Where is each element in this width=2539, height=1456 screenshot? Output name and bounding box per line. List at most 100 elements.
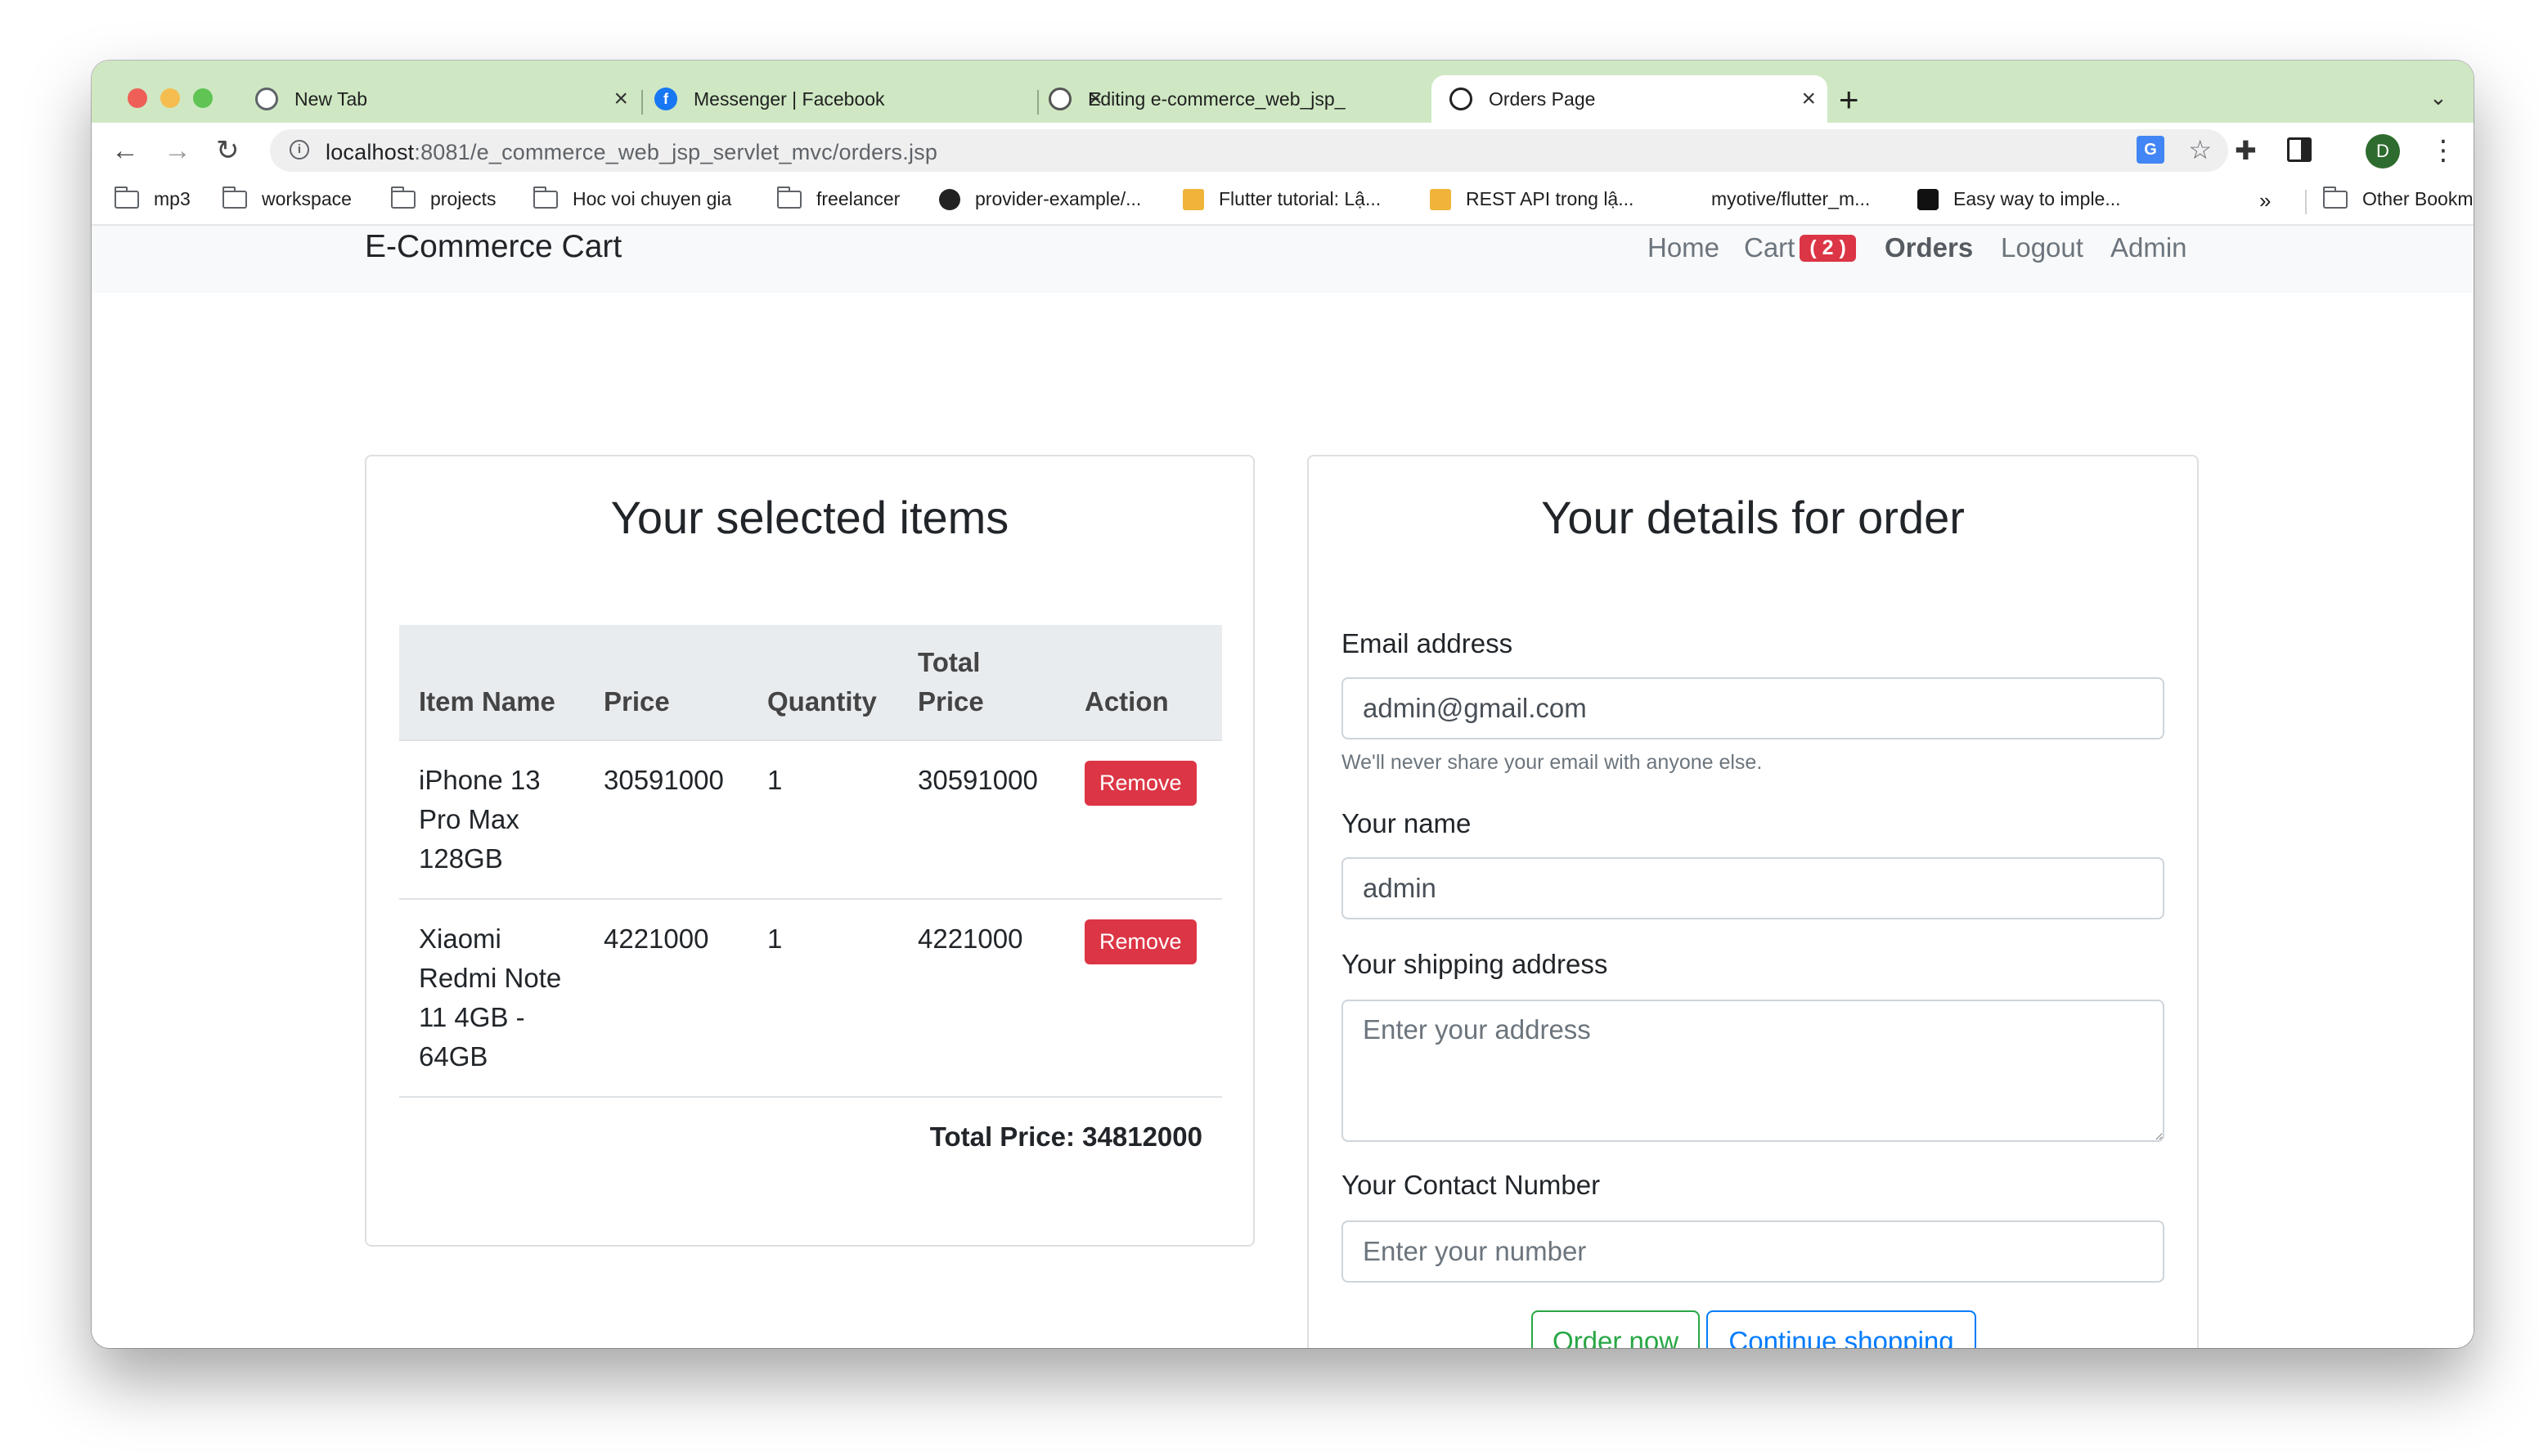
remove-item-button[interactable]: Remove bbox=[1085, 761, 1197, 806]
site-icon bbox=[1430, 188, 1451, 210]
table-header-row: Item Name Price Quantity Total Price Act… bbox=[399, 625, 1222, 740]
column-header: Item Name bbox=[399, 625, 584, 740]
table-row: Xiaomi Redmi Note 11 4GB - 64GB 4221000 … bbox=[399, 898, 1222, 1097]
more-menu-icon[interactable]: ⋮ bbox=[2429, 134, 2457, 167]
github-icon bbox=[939, 188, 960, 210]
remove-item-button[interactable]: Remove bbox=[1085, 919, 1197, 964]
item-price: 4221000 bbox=[584, 898, 748, 1097]
facebook-icon: f bbox=[654, 88, 677, 110]
bookmark-myotive-flutter[interactable]: myotive/flutter_m... bbox=[1711, 188, 1870, 210]
tab-separator bbox=[1037, 90, 1039, 115]
continue-shopping-button[interactable]: Continue shopping bbox=[1706, 1310, 1976, 1348]
column-header: Quantity bbox=[748, 625, 898, 740]
site-icon bbox=[1183, 188, 1204, 210]
reload-icon[interactable]: ↻ bbox=[216, 134, 240, 167]
bookmark-flutter-tutorial[interactable]: Flutter tutorial: Lậ... bbox=[1183, 188, 1381, 210]
star-icon[interactable]: ☆ bbox=[2188, 134, 2212, 165]
item-name: iPhone 13 Pro Max 128GB bbox=[399, 739, 584, 899]
bookmark-provider-example[interactable]: provider-example/... bbox=[939, 188, 1141, 210]
bookmark-easy-way[interactable]: Easy way to imple... bbox=[1917, 188, 2121, 210]
address-bar[interactable]: i localhost:8081/e_commerce_web_jsp_serv… bbox=[270, 129, 2228, 172]
cart-count-badge: ( 2 ) bbox=[1800, 235, 1856, 262]
tab-strip: New Tab × f Messenger | Facebook × Editi… bbox=[92, 61, 2474, 123]
side-panel-icon[interactable] bbox=[2287, 137, 2312, 162]
nav-admin[interactable]: Admin bbox=[2110, 232, 2187, 263]
folder-icon bbox=[777, 186, 802, 209]
contact-number-field[interactable] bbox=[1341, 1220, 2164, 1283]
browser-window: New Tab × f Messenger | Facebook × Editi… bbox=[92, 61, 2474, 1348]
contact-label: Your Contact Number bbox=[1341, 1170, 1601, 1200]
back-arrow-icon[interactable]: ← bbox=[111, 134, 139, 167]
tab-messenger[interactable]: f Messenger | Facebook × bbox=[654, 75, 1114, 123]
chrome-icon bbox=[255, 88, 278, 110]
item-total: 30591000 bbox=[898, 739, 1065, 899]
item-action-cell: Remove bbox=[1065, 739, 1222, 899]
folder-icon bbox=[391, 186, 416, 209]
name-field[interactable] bbox=[1341, 857, 2164, 919]
site-navbar: E-Commerce Cart Home Cart( 2 ) Orders Lo… bbox=[92, 226, 2474, 293]
item-total: 4221000 bbox=[898, 898, 1065, 1097]
column-header: Action bbox=[1065, 625, 1222, 740]
browser-toolbar: ← → ↻ i localhost:8081/e_commerce_web_js… bbox=[92, 123, 2474, 178]
chevron-down-icon[interactable]: ⌄ bbox=[2429, 85, 2447, 110]
bookmark-separator bbox=[2305, 190, 2307, 214]
github-icon bbox=[1049, 88, 1072, 110]
info-icon[interactable]: i bbox=[290, 140, 309, 160]
folder-icon bbox=[115, 186, 139, 209]
column-header: Total Price bbox=[898, 625, 1065, 740]
order-details-card: Your details for order Email address We'… bbox=[1307, 455, 2199, 1348]
medium-icon bbox=[1917, 188, 1939, 210]
item-quantity: 1 bbox=[748, 739, 898, 899]
site-brand[interactable]: E-Commerce Cart bbox=[365, 229, 622, 265]
address-label: Your shipping address bbox=[1341, 949, 1608, 979]
folder-icon bbox=[222, 186, 247, 209]
total-row: Total Price: 34812000 bbox=[399, 1096, 1222, 1176]
url-text: localhost:8081/e_commerce_web_jsp_servle… bbox=[326, 140, 938, 164]
page-content: E-Commerce Cart Home Cart( 2 ) Orders Lo… bbox=[92, 226, 2474, 1348]
maximize-window-button[interactable] bbox=[193, 88, 213, 108]
nav-orders[interactable]: Orders bbox=[1885, 232, 1973, 263]
more-bookmarks-button[interactable]: » bbox=[2259, 188, 2271, 213]
folder-icon bbox=[533, 186, 558, 209]
bookmark-folder-workspace[interactable]: workspace bbox=[222, 186, 352, 210]
globe-icon bbox=[1449, 88, 1472, 110]
close-window-button[interactable] bbox=[128, 88, 147, 108]
nav-home[interactable]: Home bbox=[1647, 232, 1719, 263]
total-price: Total Price: 34812000 bbox=[399, 1096, 1222, 1176]
new-tab-button[interactable]: + bbox=[1839, 83, 1859, 117]
cart-items-table: Item Name Price Quantity Total Price Act… bbox=[399, 625, 1222, 1176]
item-name: Xiaomi Redmi Note 11 4GB - 64GB bbox=[399, 898, 584, 1097]
email-field[interactable] bbox=[1341, 677, 2164, 739]
order-now-button[interactable]: Order now bbox=[1531, 1310, 1700, 1348]
close-tab-icon[interactable]: × bbox=[1801, 85, 1816, 113]
minimize-window-button[interactable] bbox=[160, 88, 180, 108]
other-bookmarks-folder[interactable]: Other Bookmarks bbox=[2323, 186, 2474, 210]
nav-cart[interactable]: Cart( 2 ) bbox=[1744, 232, 1856, 263]
bookmark-folder-hoc-voi-chuyen-gia[interactable]: Hoc voi chuyen gia bbox=[533, 186, 731, 210]
email-label: Email address bbox=[1341, 628, 1513, 658]
bookmark-folder-freelancer[interactable]: freelancer bbox=[777, 186, 900, 210]
extensions-icon[interactable]: ✚ bbox=[2235, 134, 2257, 167]
name-label: Your name bbox=[1341, 808, 1472, 838]
nav-logout[interactable]: Logout bbox=[2001, 232, 2083, 263]
tab-new-tab[interactable]: New Tab × bbox=[255, 75, 640, 123]
tab-separator bbox=[641, 90, 643, 115]
selected-items-title: Your selected items bbox=[610, 492, 1009, 543]
forward-arrow-icon[interactable]: → bbox=[164, 134, 191, 167]
google-translate-icon[interactable]: G bbox=[2137, 136, 2164, 164]
tab-orders-page[interactable]: Orders Page × bbox=[1431, 75, 1827, 123]
item-price: 30591000 bbox=[584, 739, 748, 899]
bookmark-folder-mp3[interactable]: mp3 bbox=[115, 186, 191, 210]
profile-avatar[interactable]: D bbox=[2366, 134, 2400, 169]
bookmark-folder-projects[interactable]: projects bbox=[391, 186, 497, 210]
email-help-text: We'll never share your email with anyone… bbox=[1341, 751, 1763, 774]
bookmark-rest-api[interactable]: REST API trong lậ... bbox=[1430, 188, 1633, 210]
order-details-title: Your details for order bbox=[1541, 492, 1965, 543]
item-action-cell: Remove bbox=[1065, 898, 1222, 1097]
bookmarks-bar: mp3 workspace projects Hoc voi chuyen gi… bbox=[92, 178, 2474, 226]
close-tab-icon[interactable]: × bbox=[613, 85, 628, 113]
selected-items-card: Your selected items Item Name Price Quan… bbox=[365, 455, 1255, 1247]
table-row: iPhone 13 Pro Max 128GB 30591000 1 30591… bbox=[399, 739, 1222, 899]
address-field[interactable] bbox=[1341, 1000, 2164, 1142]
column-header: Price bbox=[584, 625, 748, 740]
